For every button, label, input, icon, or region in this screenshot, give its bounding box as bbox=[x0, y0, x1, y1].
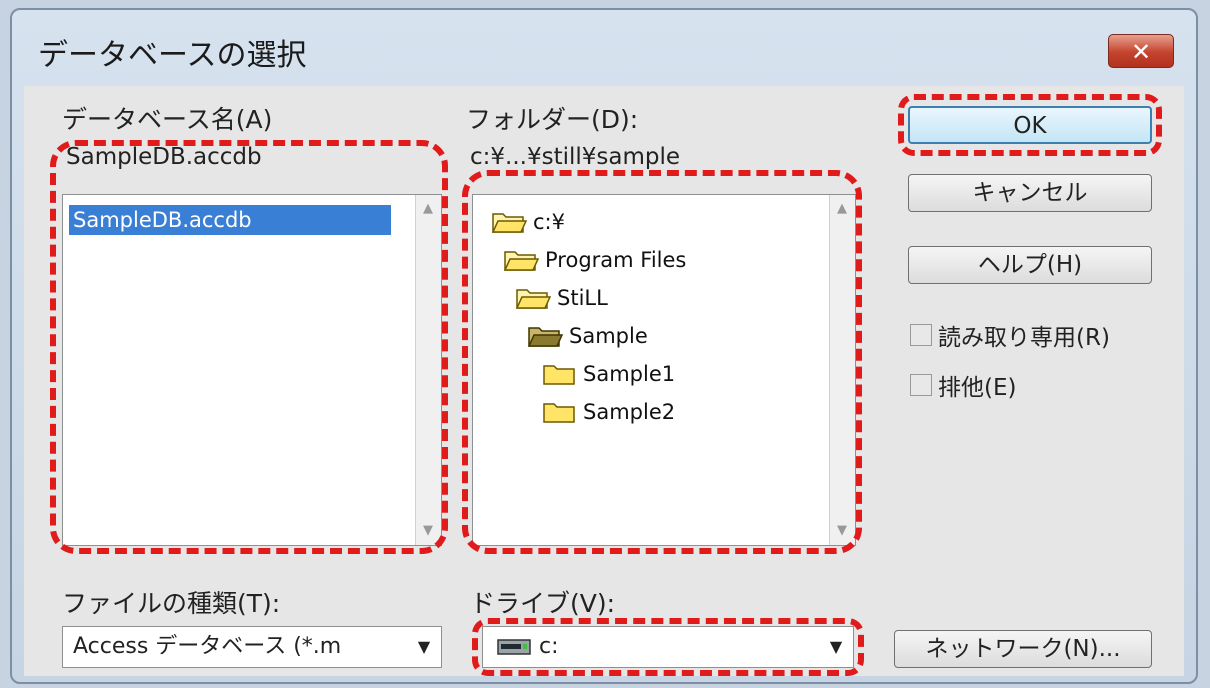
drive-label: ドライブ(V): bbox=[470, 589, 616, 618]
tree-item-still[interactable]: StiLL bbox=[515, 281, 608, 315]
cancel-button[interactable]: キャンセル bbox=[908, 174, 1152, 212]
scroll-up-icon[interactable]: ▲ bbox=[830, 197, 854, 221]
tree-item-label: c:¥ bbox=[533, 210, 565, 234]
tree-item-c-drive[interactable]: c:¥ bbox=[491, 205, 565, 239]
database-file-list[interactable]: SampleDB.accdb ▲ ▼ bbox=[62, 194, 442, 546]
dialog-client-area: データベース名(A) SampleDB.accdb SampleDB.accdb… bbox=[24, 86, 1184, 676]
network-button[interactable]: ネットワーク(N)... bbox=[894, 630, 1152, 668]
tree-item-program-files[interactable]: Program Files bbox=[503, 243, 686, 277]
title-bar: データベースの選択 ✕ bbox=[12, 10, 1196, 86]
chevron-down-icon[interactable]: ▼ bbox=[825, 627, 847, 667]
tree-item-sample2[interactable]: Sample2 bbox=[541, 395, 675, 429]
open-folder-icon bbox=[515, 289, 551, 309]
tree-item-label: Sample2 bbox=[583, 400, 676, 424]
tree-item-sample[interactable]: Sample bbox=[527, 319, 648, 353]
readonly-label: 読み取り専用(R) bbox=[938, 325, 1110, 351]
scroll-up-icon[interactable]: ▲ bbox=[416, 197, 440, 221]
readonly-option[interactable]: 読み取り専用(R) bbox=[910, 318, 1110, 352]
file-type-value: Access データベース (*.m bbox=[73, 634, 342, 659]
dialog-window: データベースの選択 ✕ データベース名(A) SampleDB.accdb Sa… bbox=[10, 8, 1198, 684]
readonly-checkbox[interactable] bbox=[910, 324, 932, 346]
folder-path-text: c:¥...¥still¥sample bbox=[470, 144, 681, 170]
tree-item-label: StiLL bbox=[557, 286, 608, 310]
folder-tree[interactable]: c:¥ Program Files StiLL Sample Sample1 S… bbox=[472, 194, 856, 546]
help-button[interactable]: ヘルプ(H) bbox=[908, 246, 1152, 284]
dialog-title: データベースの選択 bbox=[38, 38, 307, 73]
tree-item-sample1[interactable]: Sample1 bbox=[541, 357, 675, 391]
close-button[interactable]: ✕ bbox=[1108, 34, 1174, 68]
file-type-dropdown[interactable]: Access データベース (*.m ▼ bbox=[62, 626, 442, 668]
chevron-down-icon[interactable]: ▼ bbox=[413, 627, 435, 667]
drive-value: c: bbox=[539, 634, 559, 659]
folder-icon bbox=[543, 403, 575, 423]
open-folder-icon bbox=[491, 213, 527, 233]
folder-label: フォルダー(D): bbox=[466, 105, 639, 134]
tree-item-label: Sample1 bbox=[583, 362, 676, 386]
scroll-down-icon[interactable]: ▼ bbox=[830, 519, 854, 543]
exclusive-checkbox[interactable] bbox=[910, 374, 932, 396]
current-folder-icon bbox=[527, 327, 563, 347]
open-folder-icon bbox=[503, 251, 539, 271]
ok-button[interactable]: OK bbox=[908, 106, 1152, 144]
exclusive-option[interactable]: 排他(E) bbox=[910, 368, 1016, 402]
tree-item-label: Sample bbox=[569, 324, 648, 348]
drive-dropdown[interactable]: c: ▼ bbox=[482, 626, 854, 668]
exclusive-label: 排他(E) bbox=[938, 375, 1017, 401]
database-list-scrollbar[interactable]: ▲ ▼ bbox=[415, 195, 441, 545]
file-type-label: ファイルの種類(T): bbox=[62, 589, 281, 618]
folder-icon bbox=[543, 365, 575, 385]
tree-item-label: Program Files bbox=[545, 248, 687, 272]
scroll-down-icon[interactable]: ▼ bbox=[416, 519, 440, 543]
drive-icon bbox=[497, 639, 531, 655]
folder-tree-scrollbar[interactable]: ▲ ▼ bbox=[829, 195, 855, 545]
database-name-input[interactable]: SampleDB.accdb bbox=[66, 144, 262, 170]
list-item[interactable]: SampleDB.accdb bbox=[69, 205, 391, 235]
database-name-label: データベース名(A) bbox=[62, 105, 273, 134]
